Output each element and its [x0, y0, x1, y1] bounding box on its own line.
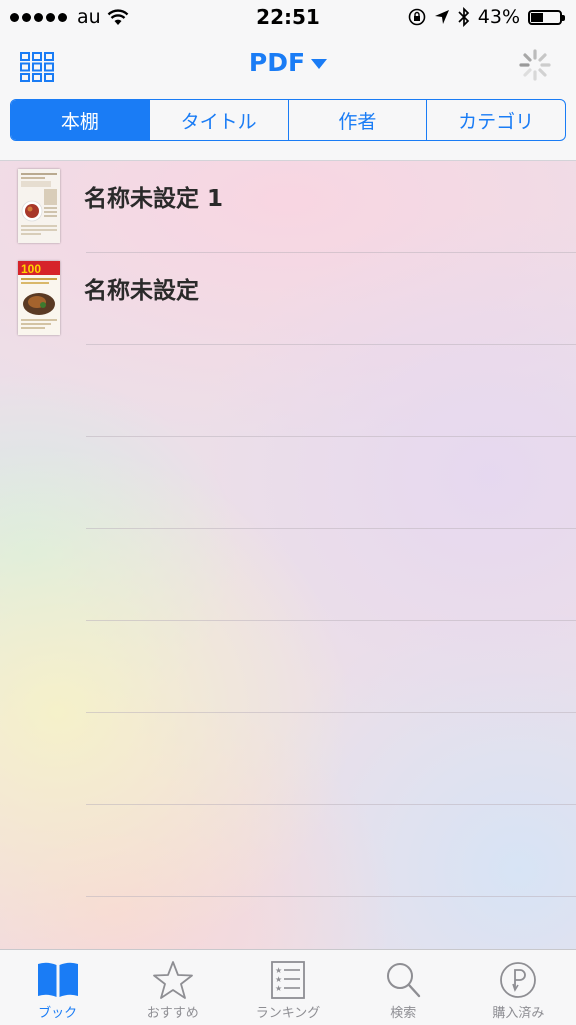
star-icon — [152, 961, 193, 999]
loading-spinner-icon — [519, 49, 551, 81]
tab-label: 検索 — [390, 1006, 417, 1021]
segment-title[interactable]: タイトル — [148, 100, 288, 140]
empty-row — [0, 345, 576, 437]
tab-bar: ブック おすすめ ★ ★ ★ ランキング 検索 購入済み — [0, 949, 576, 1025]
segment-author[interactable]: 作者 — [287, 100, 427, 140]
segment-bookshelf[interactable]: 本棚 — [11, 100, 149, 140]
segment-category[interactable]: カテゴリ — [426, 100, 565, 140]
page-title: PDF — [248, 48, 306, 77]
bluetooth-icon — [458, 7, 469, 27]
tab-label: おすすめ — [146, 1006, 199, 1021]
status-right: 43% — [408, 6, 565, 28]
recipe-magazine-cover-icon — [18, 169, 60, 243]
tab-search[interactable]: 検索 — [346, 950, 461, 1025]
tab-ranking[interactable]: ★ ★ ★ ランキング — [230, 950, 345, 1025]
svg-text:100: 100 — [21, 262, 41, 276]
orientation-lock-icon — [408, 8, 426, 26]
empty-row — [0, 805, 576, 897]
sort-segmented-control: 本棚 タイトル 作者 カテゴリ — [10, 99, 566, 141]
empty-row — [0, 713, 576, 805]
battery-percent: 43% — [477, 6, 520, 28]
book-row[interactable]: 100 名称未設定 — [0, 253, 576, 345]
battery-icon — [528, 9, 565, 25]
ranking-list-icon: ★ ★ ★ — [271, 961, 305, 999]
book-list: 名称未設定 1 100 名称未設定 — [0, 161, 576, 949]
book-title: 名称未設定 1 — [84, 186, 224, 212]
tab-label: ブック — [38, 1006, 78, 1021]
empty-row — [0, 897, 576, 949]
empty-row — [0, 437, 576, 529]
tab-book[interactable]: ブック — [0, 950, 115, 1025]
location-arrow-icon — [434, 10, 449, 24]
tab-label: ランキング — [255, 1006, 321, 1021]
svg-text:★: ★ — [275, 975, 282, 984]
book-row[interactable]: 名称未設定 1 — [0, 161, 576, 253]
segment-bar: 本棚 タイトル 作者 カテゴリ — [0, 98, 576, 161]
empty-row — [0, 529, 576, 621]
tab-purchased[interactable]: 購入済み — [461, 950, 576, 1025]
status-bar: au 22:51 43% — [0, 0, 576, 36]
recipe-100-cover-icon: 100 — [18, 261, 60, 335]
tab-label: 購入済み — [492, 1006, 545, 1021]
svg-text:★: ★ — [275, 966, 282, 975]
caret-down-icon — [311, 59, 328, 69]
svg-text:★: ★ — [275, 984, 282, 993]
navigation-bar: PDF — [0, 36, 576, 98]
empty-row — [0, 621, 576, 713]
book-title: 名称未設定 — [84, 278, 199, 304]
search-icon — [387, 963, 421, 998]
tab-recommended[interactable]: おすすめ — [115, 950, 230, 1025]
library-selector[interactable]: PDF — [0, 48, 576, 77]
purchased-icon — [500, 962, 537, 998]
open-book-icon — [37, 962, 78, 997]
